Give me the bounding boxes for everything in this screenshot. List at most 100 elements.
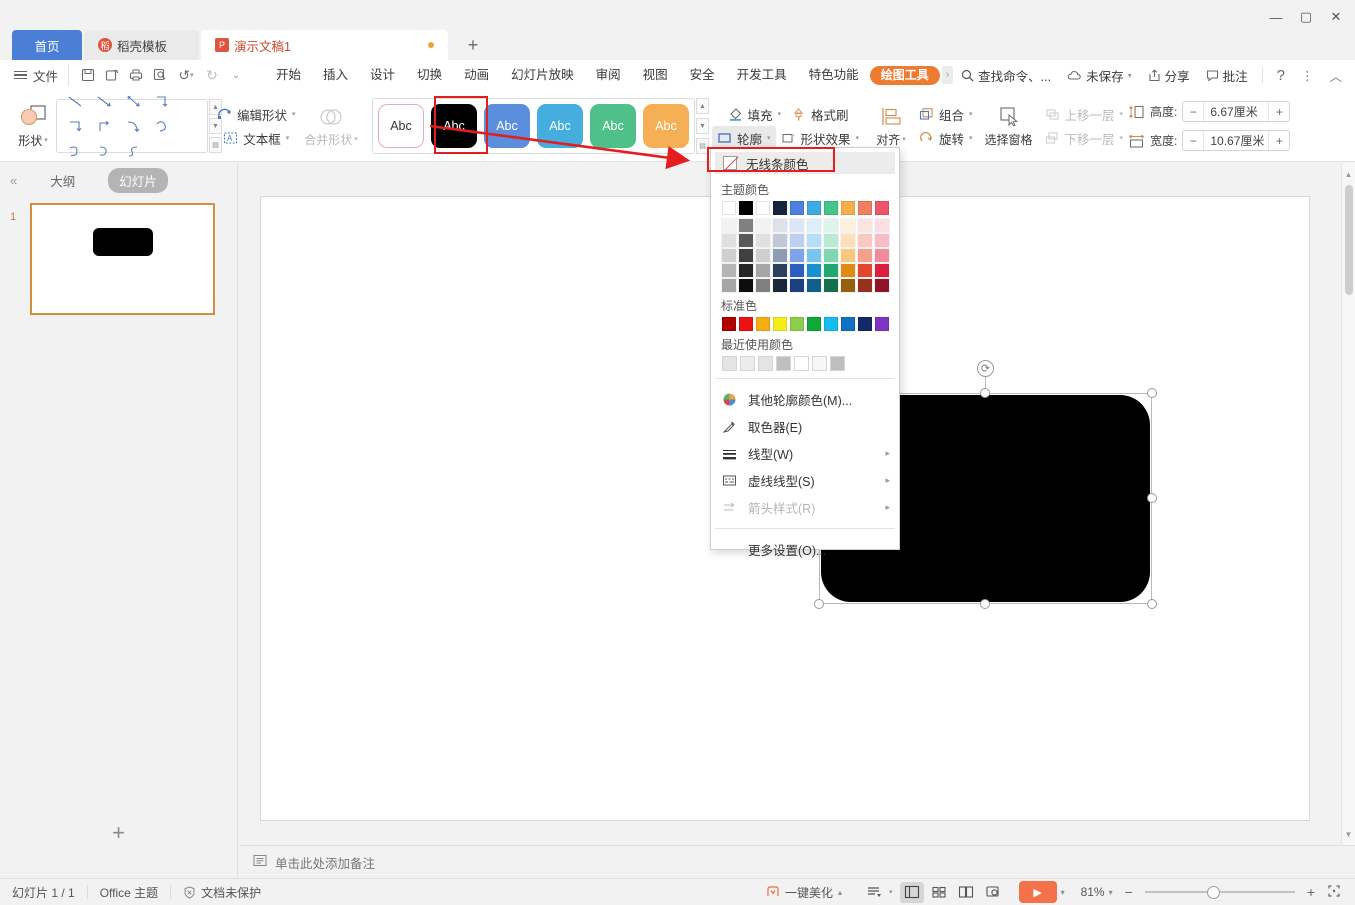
collapse-panel-icon[interactable]: « <box>10 173 17 188</box>
resize-handle-e[interactable] <box>1147 493 1157 503</box>
save-as-icon[interactable] <box>101 64 123 86</box>
recent-color-swatch-3[interactable] <box>776 356 791 371</box>
ribbon-tab-slideshow[interactable]: 幻灯片放映 <box>500 61 585 89</box>
shape-curve-icon[interactable] <box>119 114 147 138</box>
collapse-ribbon-button[interactable]: ︿ <box>1322 63 1349 87</box>
theme-shade-swatch-7-1[interactable] <box>841 234 855 247</box>
ribbon-tab-developer[interactable]: 开发工具 <box>726 61 798 89</box>
standard-color-swatch-6[interactable] <box>824 317 838 331</box>
zoom-slider[interactable] <box>1145 886 1295 898</box>
shape-elbow-arrow-icon[interactable] <box>61 114 89 138</box>
recent-color-swatch-0[interactable] <box>722 356 737 371</box>
ribbon-tab-start[interactable]: 开始 <box>265 61 312 89</box>
shape-curve3-icon[interactable] <box>61 139 89 163</box>
theme-name[interactable]: Office 主题 <box>88 879 170 905</box>
file-menu-button[interactable]: 文件 <box>0 66 68 85</box>
theme-color-swatch-2[interactable] <box>756 201 770 215</box>
theme-shade-swatch-8-0[interactable] <box>858 219 872 232</box>
standard-color-swatch-4[interactable] <box>790 317 804 331</box>
theme-color-swatch-0[interactable] <box>722 201 736 215</box>
format-painter-button[interactable]: 格式刷 <box>786 102 854 126</box>
resize-handle-s[interactable] <box>980 599 990 609</box>
width-decrease-button[interactable]: − <box>1183 131 1204 150</box>
zoom-level[interactable]: 81% <box>1081 885 1105 899</box>
standard-color-swatch-9[interactable] <box>875 317 889 331</box>
recent-color-swatch-1[interactable] <box>740 356 755 371</box>
theme-shade-swatch-4-4[interactable] <box>790 279 804 292</box>
theme-shade-swatch-3-0[interactable] <box>773 219 787 232</box>
selection-pane-button[interactable]: 选择窗格 <box>978 96 1040 156</box>
shape-curve4-icon[interactable] <box>90 139 118 163</box>
recent-color-swatch-6[interactable] <box>830 356 845 371</box>
theme-shades-grid[interactable] <box>711 219 899 292</box>
canvas-vertical-scrollbar[interactable]: ▲ ▼ <box>1341 163 1355 845</box>
normal-view-button[interactable] <box>900 882 924 903</box>
tab-template[interactable]: 稻 稻壳模板 <box>84 30 199 60</box>
theme-color-swatch-7[interactable] <box>841 201 855 215</box>
theme-shade-swatch-5-1[interactable] <box>807 234 821 247</box>
theme-shade-swatch-4-1[interactable] <box>790 234 804 247</box>
theme-shade-swatch-5-4[interactable] <box>807 279 821 292</box>
no-line-color-item[interactable]: 无线条颜色 <box>715 152 895 174</box>
print-icon[interactable] <box>125 64 147 86</box>
standard-color-swatch-7[interactable] <box>841 317 855 331</box>
ribbon-tab-animation[interactable]: 动画 <box>453 61 500 89</box>
shape-style-3[interactable]: Abc <box>537 104 583 148</box>
theme-shade-swatch-6-1[interactable] <box>824 234 838 247</box>
standard-color-swatch-5[interactable] <box>807 317 821 331</box>
standard-color-swatch-0[interactable] <box>722 317 736 331</box>
ribbon-tab-review[interactable]: 审阅 <box>585 61 632 89</box>
theme-color-swatch-8[interactable] <box>858 201 872 215</box>
maximize-button[interactable]: ▢ <box>1291 8 1321 26</box>
bring-forward-button[interactable]: 上移一层 ▾ <box>1040 102 1129 126</box>
standard-color-swatch-2[interactable] <box>756 317 770 331</box>
theme-color-swatch-1[interactable] <box>739 201 753 215</box>
slide-thumbnail-1[interactable] <box>30 203 215 315</box>
theme-shade-swatch-7-3[interactable] <box>841 264 855 277</box>
theme-shade-swatch-9-1[interactable] <box>875 234 889 247</box>
shape-arrow-icon[interactable] <box>90 89 118 113</box>
theme-shade-swatch-7-0[interactable] <box>841 219 855 232</box>
more-outline-colors-item[interactable]: 其他轮廓颜色(M)... <box>711 386 899 413</box>
tab-home[interactable]: 首页 <box>12 30 82 60</box>
rotate-handle[interactable]: ⟳ <box>977 360 994 377</box>
ribbon-tabs-overflow-icon[interactable]: › <box>942 66 954 84</box>
theme-shade-swatch-0-2[interactable] <box>722 249 736 262</box>
theme-shade-swatch-1-4[interactable] <box>739 279 753 292</box>
theme-shade-swatch-4-0[interactable] <box>790 219 804 232</box>
presenter-view-button[interactable] <box>981 882 1005 903</box>
share-button[interactable]: 分享 <box>1141 63 1197 87</box>
notes-pane[interactable]: 单击此处添加备注 <box>239 845 1355 878</box>
new-tab-button[interactable]: + <box>456 30 490 60</box>
theme-shade-swatch-1-0[interactable] <box>739 219 753 232</box>
shape-style-5[interactable]: Abc <box>643 104 689 148</box>
height-decrease-button[interactable]: − <box>1183 102 1204 121</box>
shape-style-gallery[interactable]: Abc Abc Abc Abc Abc Abc <box>372 98 695 154</box>
save-icon[interactable] <box>77 64 99 86</box>
style-scroll-down-icon[interactable]: ▼ <box>696 118 709 134</box>
style-expand-icon[interactable]: ▤ <box>696 138 709 154</box>
group-button[interactable]: 组合 ▾ <box>914 102 978 126</box>
edit-shape-button[interactable]: 编辑形状 ▾ <box>212 102 301 126</box>
zoom-in-button[interactable]: + <box>1299 884 1323 900</box>
recent-color-swatch-5[interactable] <box>812 356 827 371</box>
scroll-thumb[interactable] <box>1345 185 1353 295</box>
theme-shade-swatch-3-3[interactable] <box>773 264 787 277</box>
fill-button[interactable]: 填充 ▾ <box>723 102 787 126</box>
theme-shade-swatch-0-0[interactable] <box>722 219 736 232</box>
shapes-button[interactable]: 形状 ▾ <box>10 96 56 156</box>
shape-curve2-icon[interactable] <box>148 114 176 138</box>
ribbon-tab-design[interactable]: 设计 <box>359 61 406 89</box>
theme-shade-swatch-0-4[interactable] <box>722 279 736 292</box>
theme-colors-grid[interactable] <box>711 201 899 215</box>
shape-elbow-connector-icon[interactable] <box>148 89 176 113</box>
minimize-button[interactable]: — <box>1261 8 1291 26</box>
ribbon-tab-insert[interactable]: 插入 <box>312 61 359 89</box>
more-options-button[interactable]: ⋮ <box>1294 63 1321 87</box>
width-value[interactable]: 10.67厘米 <box>1204 132 1268 149</box>
arrow-style-item[interactable]: 箭头样式(R) ▸ <box>711 494 899 521</box>
shape-style-2[interactable]: Abc <box>484 104 530 148</box>
theme-shade-swatch-8-4[interactable] <box>858 279 872 292</box>
close-button[interactable]: ✕ <box>1321 8 1351 26</box>
theme-shade-swatch-2-2[interactable] <box>756 249 770 262</box>
